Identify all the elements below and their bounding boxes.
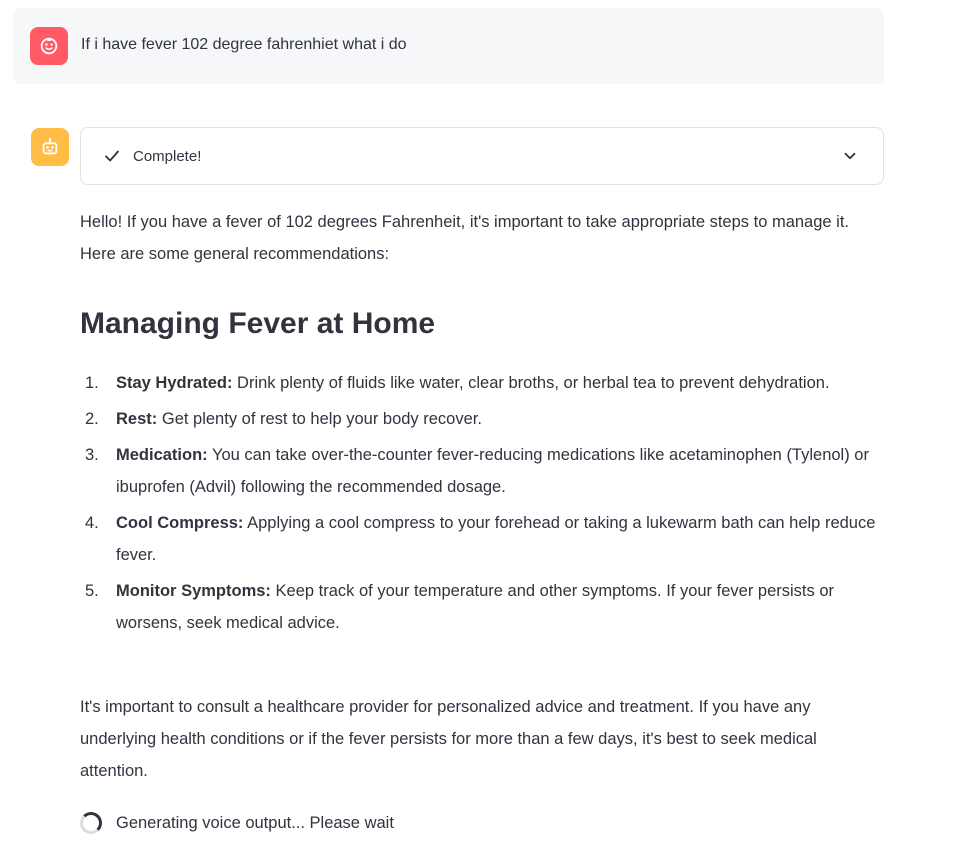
list-item-title: Cool Compress: bbox=[116, 514, 244, 532]
list-item-text: Get plenty of rest to help your body rec… bbox=[161, 410, 482, 428]
list-item-title: Medication: bbox=[116, 446, 208, 464]
list-item: 5. Monitor Symptoms: Keep track of your … bbox=[85, 575, 885, 639]
list-item-title: Monitor Symptoms: bbox=[116, 582, 271, 600]
list-item-text: Drink plenty of fluids like water, clear… bbox=[237, 374, 830, 392]
user-message: If i have fever 102 degree fahrenhiet wh… bbox=[13, 8, 884, 84]
list-item-number: 5. bbox=[85, 582, 99, 600]
list-item: 3. Medication: You can take over-the-cou… bbox=[85, 439, 885, 503]
list-item-number: 2. bbox=[85, 410, 99, 428]
robot-icon bbox=[42, 138, 58, 155]
list-item-number: 4. bbox=[85, 514, 99, 532]
list-item-text: You can take over-the-counter fever-redu… bbox=[116, 446, 869, 496]
generating-text: Generating voice output... Please wait bbox=[116, 813, 394, 832]
recommendations-list: 1. Stay Hydrated: Drink plenty of fluids… bbox=[80, 367, 885, 643]
generating-status: Generating voice output... Please wait bbox=[80, 808, 394, 838]
face-icon bbox=[40, 37, 58, 55]
user-message-text: If i have fever 102 degree fahrenhiet wh… bbox=[81, 36, 407, 53]
list-item-title: Rest: bbox=[116, 410, 158, 428]
intro-paragraph: Hello! If you have a fever of 102 degree… bbox=[80, 213, 850, 263]
spinner-icon bbox=[80, 812, 102, 834]
list-item-title: Stay Hydrated: bbox=[116, 374, 233, 392]
user-avatar bbox=[30, 27, 68, 65]
assistant-avatar bbox=[31, 128, 69, 166]
response-heading: Managing Fever at Home bbox=[80, 307, 436, 340]
list-item-number: 3. bbox=[85, 446, 99, 464]
status-expander[interactable]: Complete! bbox=[80, 127, 884, 185]
check-icon bbox=[103, 146, 123, 166]
outro-paragraph: It's important to consult a healthcare p… bbox=[80, 698, 817, 780]
list-item-number: 1. bbox=[85, 374, 99, 392]
status-label: Complete! bbox=[133, 147, 202, 165]
list-item: 1. Stay Hydrated: Drink plenty of fluids… bbox=[85, 367, 885, 399]
chevron-down-icon[interactable] bbox=[841, 147, 859, 165]
list-item: 4. Cool Compress: Applying a cool compre… bbox=[85, 507, 885, 571]
list-item: 2. Rest: Get plenty of rest to help your… bbox=[85, 403, 885, 435]
